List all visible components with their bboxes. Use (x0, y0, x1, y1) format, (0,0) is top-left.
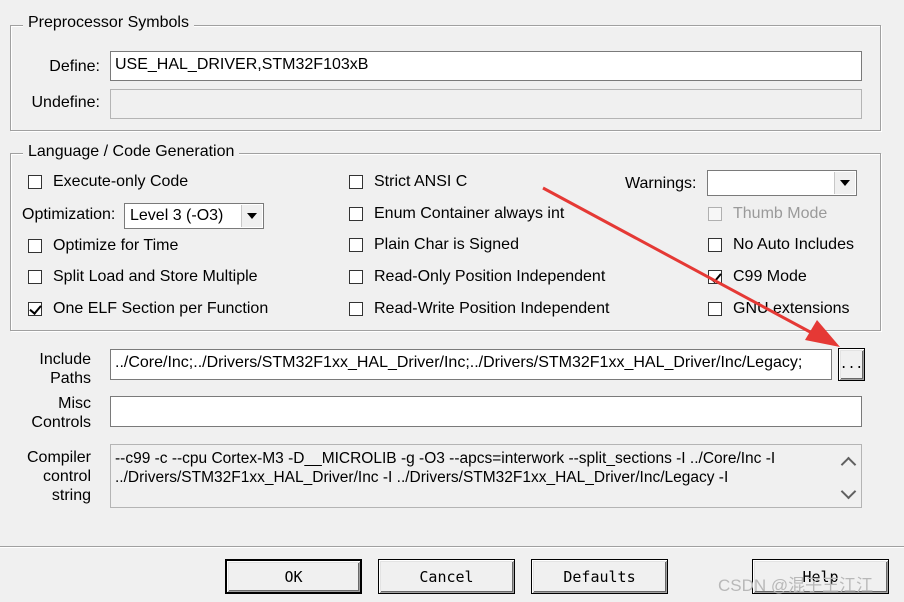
rw-pos-label: Read-Write Position Independent (374, 300, 610, 317)
no-auto-includes-label: No Auto Includes (733, 236, 854, 253)
optimize-time-checkbox[interactable]: Optimize for Time (28, 237, 178, 255)
warnings-select[interactable] (707, 170, 857, 196)
execute-only-box[interactable] (28, 175, 42, 189)
include-paths-label: Include Paths (20, 350, 91, 388)
plain-char-label: Plain Char is Signed (374, 236, 519, 253)
optimization-select[interactable]: Level 3 (-O3) (124, 203, 264, 229)
plain-char-checkbox[interactable]: Plain Char is Signed (349, 236, 519, 254)
preprocessor-legend: Preprocessor Symbols (23, 14, 194, 32)
compiler-label-line1: Compiler (26, 449, 91, 466)
misc-label-line2: Controls (31, 414, 91, 431)
include-label-line2: Paths (50, 370, 91, 387)
ro-pos-checkbox[interactable]: Read-Only Position Independent (349, 268, 605, 286)
no-auto-includes-checkbox[interactable]: No Auto Includes (708, 236, 854, 254)
thumb-mode-checkbox[interactable]: Thumb Mode (708, 205, 827, 223)
footer-separator (0, 546, 904, 547)
misc-label-line1: Misc (58, 395, 91, 412)
thumb-mode-box[interactable] (708, 207, 722, 221)
language-legend: Language / Code Generation (23, 143, 240, 161)
cancel-button[interactable]: Cancel (378, 559, 515, 594)
misc-controls-label: Misc Controls (20, 394, 91, 432)
optimize-time-box[interactable] (28, 239, 42, 253)
compiler-control-string[interactable]: --c99 -c --cpu Cortex-M3 -D__MICROLIB -g… (110, 444, 862, 508)
compiler-label-line2: control (42, 468, 91, 485)
define-field[interactable]: USE_HAL_DRIVER,STM32F103xB (110, 51, 862, 81)
rw-pos-box[interactable] (349, 302, 363, 316)
one-elf-label: One ELF Section per Function (53, 300, 269, 317)
undefine-field[interactable] (110, 89, 862, 119)
strict-ansi-label: Strict ANSI C (374, 173, 468, 190)
optimization-value: Level 3 (-O3) (130, 207, 224, 224)
strict-ansi-box[interactable] (349, 175, 363, 189)
compiler-line1: --c99 -c --cpu Cortex-M3 -D__MICROLIB -g… (115, 450, 776, 467)
ok-button[interactable]: OK (225, 559, 362, 594)
thumb-mode-label: Thumb Mode (733, 205, 828, 222)
chevron-down-icon[interactable] (834, 172, 855, 194)
defaults-button[interactable]: Defaults (531, 559, 668, 594)
browse-include-button[interactable]: ... (838, 348, 865, 381)
define-label: Define: (49, 58, 100, 75)
compiler-scrollbar[interactable] (836, 446, 860, 506)
enum-container-checkbox[interactable]: Enum Container always int (349, 205, 564, 223)
include-paths-field[interactable]: ../Core/Inc;../Drivers/STM32F1xx_HAL_Dri… (110, 349, 832, 380)
warnings-label: Warnings: (625, 175, 697, 192)
undefine-label: Undefine: (31, 94, 101, 111)
compiler-options-dialog: { "preprocessor": { "legend": "Preproces… (0, 0, 904, 602)
rw-pos-checkbox[interactable]: Read-Write Position Independent (349, 300, 609, 318)
execute-only-checkbox[interactable]: Execute-only Code (28, 173, 188, 191)
misc-controls-field[interactable] (110, 396, 862, 427)
no-auto-includes-box[interactable] (708, 238, 722, 252)
ro-pos-label: Read-Only Position Independent (374, 268, 606, 285)
optimization-label: Optimization: (22, 206, 116, 223)
chevron-down-icon[interactable] (840, 483, 857, 500)
compiler-line2: ../Drivers/STM32F1xx_HAL_Driver/Inc -I .… (115, 469, 729, 486)
enum-container-box[interactable] (349, 207, 363, 221)
one-elf-box[interactable] (28, 302, 42, 316)
compiler-label-line3: string (51, 487, 91, 504)
include-label-line1: Include (39, 351, 91, 368)
c99-mode-label: C99 Mode (733, 268, 807, 285)
split-load-checkbox[interactable]: Split Load and Store Multiple (28, 268, 258, 286)
gnu-extensions-label: GNU extensions (733, 300, 850, 317)
split-load-label: Split Load and Store Multiple (53, 268, 258, 285)
csdn-watermark: CSDN @混子王江江 (718, 576, 874, 595)
c99-mode-box[interactable] (708, 270, 722, 284)
gnu-extensions-box[interactable] (708, 302, 722, 316)
ro-pos-box[interactable] (349, 270, 363, 284)
chevron-up-icon[interactable] (840, 456, 857, 473)
compiler-control-label: Compiler control string (20, 448, 91, 505)
chevron-down-icon[interactable] (241, 205, 262, 227)
optimize-time-label: Optimize for Time (53, 237, 179, 254)
enum-container-label: Enum Container always int (374, 205, 565, 222)
one-elf-checkbox[interactable]: One ELF Section per Function (28, 300, 268, 318)
plain-char-box[interactable] (349, 238, 363, 252)
gnu-extensions-checkbox[interactable]: GNU extensions (708, 300, 850, 318)
strict-ansi-checkbox[interactable]: Strict ANSI C (349, 173, 467, 191)
split-load-box[interactable] (28, 270, 42, 284)
c99-mode-checkbox[interactable]: C99 Mode (708, 268, 807, 286)
execute-only-label: Execute-only Code (53, 173, 189, 190)
